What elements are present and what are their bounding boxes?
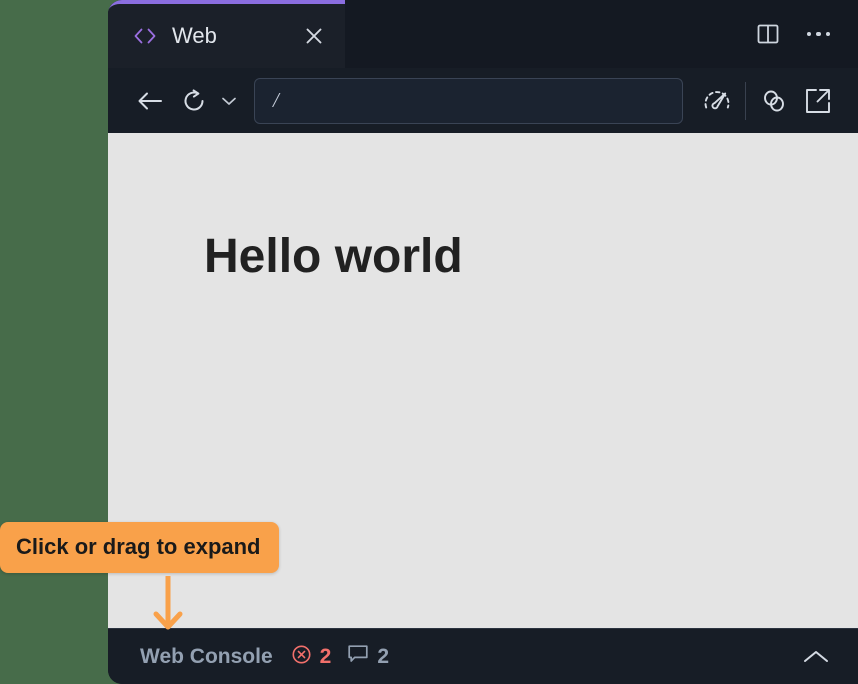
browser-window: Web / Hello world Web Console 2 2 xyxy=(108,0,858,684)
console-error-stat[interactable]: 2 xyxy=(291,644,332,670)
page-heading: Hello world xyxy=(204,230,463,283)
link-icon[interactable] xyxy=(752,79,796,123)
url-input[interactable]: / xyxy=(254,77,683,124)
error-count: 2 xyxy=(319,644,332,668)
toolbar-divider xyxy=(745,81,746,120)
navigation-toolbar: / xyxy=(108,68,858,133)
console-title: Web Console xyxy=(140,644,273,668)
tab-label: Web xyxy=(172,23,217,48)
chevron-down-icon[interactable] xyxy=(216,81,242,121)
split-pane-icon[interactable] xyxy=(755,21,781,47)
chevron-up-icon[interactable] xyxy=(798,639,834,675)
url-input-value: / xyxy=(273,88,279,112)
speedometer-icon[interactable] xyxy=(695,79,739,123)
page-viewport: Hello world xyxy=(108,133,858,628)
tab-strip: Web xyxy=(108,0,858,68)
close-icon[interactable] xyxy=(301,23,327,49)
reload-group xyxy=(172,79,242,123)
console-message-stat[interactable]: 2 xyxy=(347,644,389,669)
external-link-icon[interactable] xyxy=(796,79,840,123)
message-bubble-icon xyxy=(347,644,369,669)
reload-icon[interactable] xyxy=(172,79,216,123)
code-brackets-icon xyxy=(132,26,158,46)
more-options-icon[interactable] xyxy=(806,31,830,37)
message-count: 2 xyxy=(377,644,389,668)
console-bar[interactable]: Web Console 2 2 xyxy=(108,628,858,684)
tab-strip-actions xyxy=(345,0,858,68)
tab-web[interactable]: Web xyxy=(108,0,345,68)
back-arrow-icon[interactable] xyxy=(128,79,172,123)
error-circle-icon xyxy=(291,644,312,670)
